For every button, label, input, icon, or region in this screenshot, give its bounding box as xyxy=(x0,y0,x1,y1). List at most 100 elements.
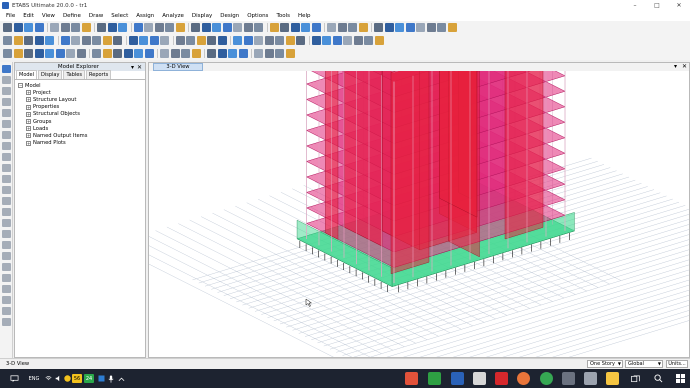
menu-design[interactable]: Design xyxy=(216,13,243,19)
toolbar-button-icon[interactable] xyxy=(212,23,221,32)
units-button[interactable]: Units... xyxy=(666,360,688,368)
close-button[interactable]: ✕ xyxy=(668,0,690,11)
toolbar-button-icon[interactable] xyxy=(71,36,80,45)
toolbar-button-icon[interactable] xyxy=(290,23,300,32)
toolbar-button-icon[interactable] xyxy=(118,23,127,32)
toolbar-button-icon[interactable] xyxy=(34,36,44,45)
tab-3d-view[interactable]: 3-D View xyxy=(153,63,203,71)
expand-icon[interactable]: + xyxy=(26,126,31,132)
tab-reports[interactable]: Reports xyxy=(86,70,112,79)
toolbar-button-icon[interactable] xyxy=(175,23,185,32)
tree-item-groups[interactable]: + Groups xyxy=(18,118,145,125)
tree-item-model[interactable]: − Model xyxy=(18,82,145,89)
adobe-icon[interactable] xyxy=(495,372,508,385)
toolbar-button-icon[interactable] xyxy=(55,49,65,58)
app-tray-icon[interactable] xyxy=(97,372,105,385)
tree-item-structural-objects[interactable]: + Structural Objects xyxy=(18,111,145,118)
toolbar-button-icon[interactable] xyxy=(154,23,164,32)
menu-options[interactable]: Options xyxy=(243,13,272,19)
toolbar-button-icon[interactable] xyxy=(384,23,394,32)
toolbar-button-icon[interactable] xyxy=(228,49,237,58)
toolbar-button-icon[interactable] xyxy=(13,36,23,45)
toolbar-button-icon[interactable] xyxy=(149,36,159,45)
toolbar-button-icon[interactable] xyxy=(186,36,195,45)
toolbar-button-icon[interactable] xyxy=(348,23,357,32)
draw-tool-icon[interactable] xyxy=(2,296,11,304)
draw-tool-icon[interactable] xyxy=(2,87,11,95)
toolbar-button-icon[interactable] xyxy=(3,49,12,58)
toolbar-button-icon[interactable] xyxy=(81,23,91,32)
toolbar-button-icon[interactable] xyxy=(139,36,148,45)
toolbar-button-icon[interactable] xyxy=(134,49,143,58)
toolbar-button-icon[interactable] xyxy=(238,49,248,58)
toolbar-button-icon[interactable] xyxy=(113,36,122,45)
toolbar-button-icon[interactable] xyxy=(196,36,206,45)
draw-tool-icon[interactable] xyxy=(2,230,11,238)
windows-start-icon[interactable] xyxy=(674,372,687,385)
toolbar-button-icon[interactable] xyxy=(364,36,373,45)
tray-badge[interactable]: 56 xyxy=(72,374,82,383)
toolbar-button-icon[interactable] xyxy=(60,36,70,45)
toolbar-button-icon[interactable] xyxy=(128,36,138,45)
toolbar-button-icon[interactable] xyxy=(201,23,211,32)
menu-select[interactable]: Select xyxy=(107,13,132,19)
toolbar-button-icon[interactable] xyxy=(24,36,33,45)
expand-icon[interactable]: + xyxy=(26,111,31,117)
toolbar-button-icon[interactable] xyxy=(264,49,274,58)
toolbar-button-icon[interactable] xyxy=(285,49,295,58)
toolbar-button-icon[interactable] xyxy=(311,23,321,32)
toolbar-button-icon[interactable] xyxy=(3,23,12,32)
tab-display[interactable]: Display xyxy=(38,70,63,79)
toolbar-button-icon[interactable] xyxy=(160,49,169,58)
search-icon[interactable] xyxy=(652,372,665,385)
toolbar-button-icon[interactable] xyxy=(76,49,86,58)
toolbar-button-icon[interactable] xyxy=(233,23,242,32)
draw-tool-icon[interactable] xyxy=(2,109,11,117)
toolbar-button-icon[interactable] xyxy=(254,23,263,32)
tree-item-properties[interactable]: + Properties xyxy=(18,104,145,111)
toolbar-button-icon[interactable] xyxy=(97,23,106,32)
toolbar-button-icon[interactable] xyxy=(160,36,169,45)
expand-icon[interactable]: + xyxy=(26,133,31,139)
toolbar-button-icon[interactable] xyxy=(327,23,336,32)
toolbar-button-icon[interactable] xyxy=(395,23,404,32)
toolbar-button-icon[interactable] xyxy=(426,23,436,32)
menu-assign[interactable]: Assign xyxy=(132,13,158,19)
toolbar-button-icon[interactable] xyxy=(60,23,70,32)
draw-tool-icon[interactable] xyxy=(2,307,11,315)
draw-tool-icon[interactable] xyxy=(2,76,11,84)
toolbar-button-icon[interactable] xyxy=(81,36,91,45)
toolbar-button-icon[interactable] xyxy=(254,36,263,45)
toolbar-button-icon[interactable] xyxy=(275,49,284,58)
expand-icon[interactable]: + xyxy=(26,140,31,146)
menu-tools[interactable]: Tools xyxy=(272,13,294,19)
draw-tool-icon[interactable] xyxy=(2,153,11,161)
microphone-icon[interactable] xyxy=(107,372,115,385)
3d-model-canvas[interactable] xyxy=(149,71,689,357)
toolbar-button-icon[interactable] xyxy=(280,23,289,32)
toolbar-button-icon[interactable] xyxy=(92,36,101,45)
menu-file[interactable]: File xyxy=(2,13,19,19)
collapse-icon[interactable]: − xyxy=(18,83,23,89)
draw-tool-icon[interactable] xyxy=(2,263,11,271)
app-tray-icon[interactable] xyxy=(63,372,71,385)
draw-tool-icon[interactable] xyxy=(2,241,11,249)
tree-item-project[interactable]: + Project xyxy=(18,89,145,96)
toolbar-button-icon[interactable] xyxy=(24,23,33,32)
expand-icon[interactable]: + xyxy=(26,90,31,96)
tab-tables[interactable]: Tables xyxy=(63,70,85,79)
minimize-button[interactable]: – xyxy=(624,0,646,11)
toolbar-button-icon[interactable] xyxy=(191,23,200,32)
app-icon[interactable] xyxy=(584,372,597,385)
toolbar-button-icon[interactable] xyxy=(34,49,44,58)
pin-dropdown-icon[interactable]: ▾ xyxy=(131,64,134,71)
network-icon[interactable] xyxy=(44,372,52,385)
toolbar-button-icon[interactable] xyxy=(343,36,352,45)
etabs-taskbar-icon[interactable] xyxy=(451,372,464,385)
menu-view[interactable]: View xyxy=(38,13,59,19)
draw-tool-icon[interactable] xyxy=(2,175,11,183)
toolbar-button-icon[interactable] xyxy=(123,49,133,58)
language-indicator[interactable]: ENG xyxy=(28,372,40,385)
toolbar-button-icon[interactable] xyxy=(144,49,154,58)
chrome-icon[interactable] xyxy=(540,372,553,385)
